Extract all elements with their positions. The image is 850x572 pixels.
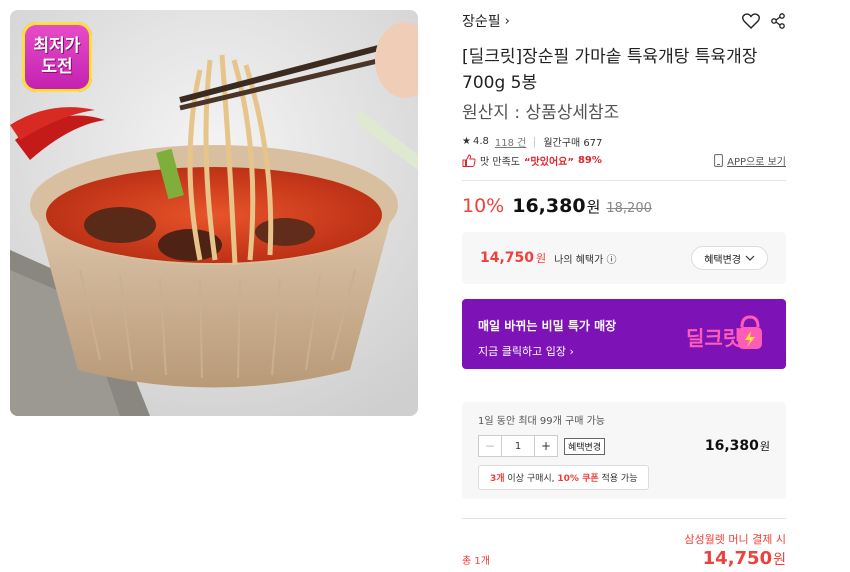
benefit-price-box: 14,750 원 나의 혜택가 ⓘ 혜택변경 xyxy=(462,232,786,284)
coupon-text-end: 적용 가능 xyxy=(598,474,638,484)
item-price-value: 16,380 xyxy=(704,438,759,454)
app-view-link[interactable]: APP으로 보기 xyxy=(714,153,786,168)
sale-price: 16,380 xyxy=(512,195,586,217)
coupon-rate: 10% 쿠폰 xyxy=(557,474,599,484)
decrease-button[interactable]: − xyxy=(479,436,501,456)
product-origin: 원산지 : 상품상세참조 xyxy=(462,103,620,123)
action-icons xyxy=(742,13,786,29)
purchase-limit: 1일 동안 최대 99개 구매 가능 xyxy=(478,416,605,427)
total-currency: 원 xyxy=(773,552,786,568)
product-image[interactable]: 최저가 도전 xyxy=(10,10,418,416)
item-price: 16,380 원 xyxy=(705,438,770,454)
thumbs-up-icon xyxy=(462,154,476,167)
monthly-sales: 월간구매 677 xyxy=(543,138,603,149)
badge-line1: 최저가 xyxy=(33,36,81,56)
coupon-qty: 3개 xyxy=(490,474,505,484)
original-price: 18,200 xyxy=(606,201,652,216)
price-row: 10% 16,380 원 18,200 xyxy=(462,195,652,217)
satisfaction-label: 맛 만족도 xyxy=(480,157,520,168)
satisfaction-percent: 89% xyxy=(577,155,602,166)
rating-row: ★ 4.8 118 건 월간구매 677 xyxy=(462,134,602,149)
heart-icon[interactable] xyxy=(742,13,760,29)
dealcret-logo: 딜크릿 xyxy=(686,315,762,350)
coupon-tooltip: 3개 이상 구매시, 10% 쿠폰 적용 가능 xyxy=(478,465,650,490)
quantity-box: 1일 동안 최대 99개 구매 가능 − 1 + 혜택변경 16,380 원 3… xyxy=(462,402,786,499)
badge-line2: 도전 xyxy=(41,57,73,77)
deal-secret-banner[interactable]: 매일 바뀌는 비밀 특가 매장 지금 클릭하고 입장 › 딜크릿 xyxy=(462,299,786,369)
total-count: 총 1개 xyxy=(462,556,490,567)
mobile-phone-icon xyxy=(714,154,724,167)
brand-link[interactable]: 장순필 xyxy=(462,11,501,31)
payment-note: 삼성월렛 머니 결제 시 xyxy=(684,533,786,546)
discount-rate: 10% xyxy=(462,195,505,217)
product-title: [딜크릿]장순필 가마솥 특육개탕 특육개장 700g 5봉 xyxy=(462,47,758,93)
brand-row: 장순필 › xyxy=(462,11,786,31)
rating-value: 4.8 xyxy=(472,136,489,147)
quantity-row: − 1 + 혜택변경 16,380 원 xyxy=(478,435,770,457)
app-view-label: APP으로 보기 xyxy=(727,157,786,168)
currency: 원 xyxy=(586,198,601,216)
chevron-right-icon: › xyxy=(504,13,510,29)
satisfaction-row: 맛 만족도 “맛있어요” 89% APP으로 보기 xyxy=(462,153,786,168)
benefit-label[interactable]: 나의 혜택가 ⓘ xyxy=(554,251,616,266)
quantity-value[interactable]: 1 xyxy=(501,436,535,456)
chevron-down-icon xyxy=(745,255,755,261)
total-row: 총 1개 14,750 원 xyxy=(462,548,786,569)
change-benefit-label: 혜택변경 xyxy=(704,254,741,266)
lowest-price-badge: 최저가 도전 xyxy=(22,22,92,92)
item-price-currency: 원 xyxy=(759,440,770,453)
svg-text:딜크릿: 딜크릿 xyxy=(686,326,741,350)
share-icon[interactable] xyxy=(770,13,786,29)
change-benefit-button[interactable]: 혜택변경 xyxy=(691,246,768,270)
star-icon: ★ xyxy=(462,136,471,147)
option-change-button[interactable]: 혜택변경 xyxy=(564,437,606,455)
increase-button[interactable]: + xyxy=(535,436,557,456)
divider xyxy=(462,518,786,519)
coupon-text: 이상 구매시, xyxy=(504,474,558,484)
review-count-link[interactable]: 118 건 xyxy=(495,134,526,149)
divider xyxy=(534,136,536,147)
benefit-currency: 원 xyxy=(536,252,547,265)
benefit-price: 14,750 xyxy=(480,250,535,266)
divider xyxy=(462,180,786,181)
total-price: 14,750 xyxy=(702,548,773,569)
quantity-stepper: − 1 + xyxy=(478,435,558,457)
satisfaction-quote: “맛있어요” xyxy=(523,157,574,168)
